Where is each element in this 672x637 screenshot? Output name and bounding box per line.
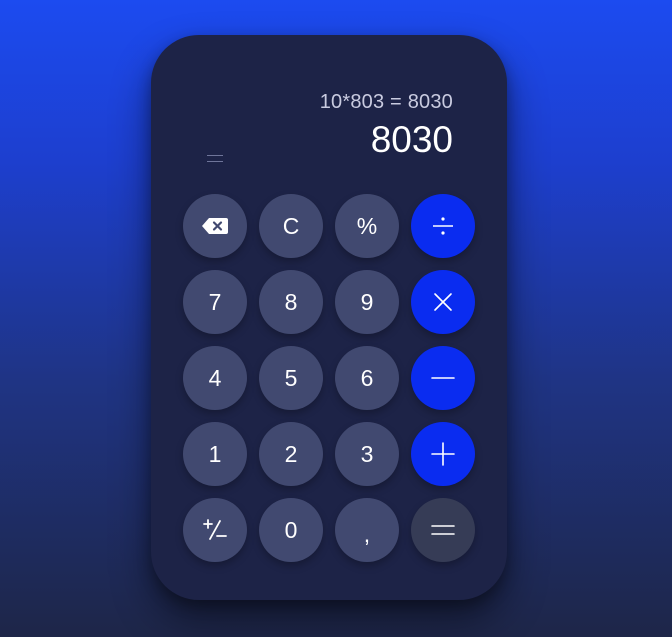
subtract-button[interactable] [411,346,475,410]
digit-1-label: 1 [208,440,222,467]
digit-7-label: 7 [208,288,222,315]
multiply-button[interactable] [411,270,475,334]
digit-7-button[interactable]: 7 [183,270,247,334]
digit-2-button[interactable]: 2 [259,422,323,486]
digit-9-button[interactable]: 9 [335,270,399,334]
clear-button[interactable]: C [259,194,323,258]
add-button[interactable] [411,422,475,486]
expression-display: 10*803 = 8030 [319,91,453,113]
digit-4-label: 4 [208,364,222,391]
plus-minus-icon [203,518,227,542]
plus-minus-button[interactable] [183,498,247,562]
decimal-button[interactable]: , [335,498,399,562]
digit-5-label: 5 [284,364,298,391]
digit-2-label: 2 [284,440,298,467]
percent-button[interactable]: % [335,194,399,258]
backspace-button[interactable] [183,194,247,258]
digit-6-label: 6 [360,364,374,391]
digit-6-button[interactable]: 6 [335,346,399,410]
digit-4-button[interactable]: 4 [183,346,247,410]
digit-5-button[interactable]: 5 [259,346,323,410]
digit-3-label: 3 [360,440,374,467]
digit-9-label: 9 [360,288,374,315]
divide-button[interactable] [411,194,475,258]
percent-label: % [356,212,378,239]
digit-8-button[interactable]: 8 [259,270,323,334]
clear-label: C [282,212,300,239]
minus-icon [431,376,455,380]
digit-1-button[interactable]: 1 [183,422,247,486]
history-toggle-icon[interactable] [207,155,223,163]
plus-icon [431,442,455,466]
result-display: 8030 [370,119,453,160]
calculator: 10*803 = 8030 8030 C % 7 8 9 4 5 6 1 2 3… [151,35,507,600]
multiply-icon [432,291,454,313]
digit-3-button[interactable]: 3 [335,422,399,486]
decimal-label: , [363,520,371,547]
equals-icon [431,524,455,536]
equals-button[interactable] [411,498,475,562]
digit-8-label: 8 [284,288,298,315]
divide-icon [432,215,454,237]
digit-0-label: 0 [284,516,298,543]
digit-0-button[interactable]: 0 [259,498,323,562]
backspace-icon [201,217,229,235]
